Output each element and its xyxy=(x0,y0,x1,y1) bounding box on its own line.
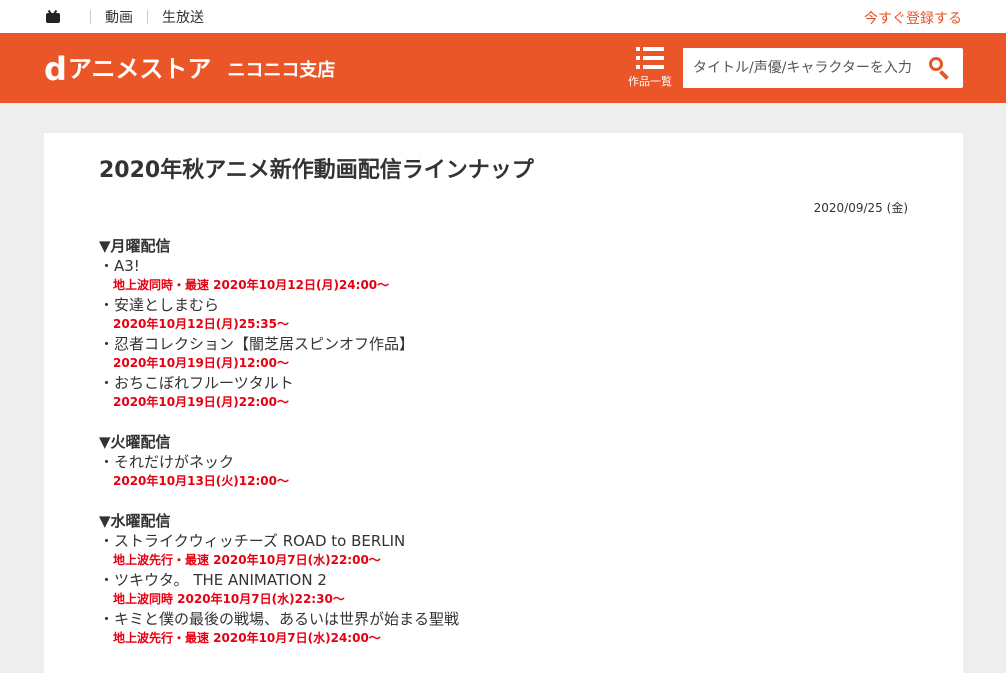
site-header: d アニメストア ニコニコ支店 作品一覧 xyxy=(0,33,1006,103)
page-title: 2020年秋アニメ新作動画配信ラインナップ xyxy=(99,158,534,183)
list-item-title: ・安達としまむら xyxy=(99,296,220,314)
list-item-title: ・それだけがネック xyxy=(99,453,235,471)
logo-sub-text: ニコニコ支店 xyxy=(227,60,336,81)
list-item-title: ・忍者コレクション【闇芝居スピンオフ作品】 xyxy=(99,335,415,353)
logo-d: d xyxy=(44,50,67,88)
list-item-schedule: 2020年10月19日(月)12:00〜 xyxy=(113,356,289,370)
nav-live-link[interactable]: 生放送 xyxy=(162,7,204,27)
tv-icon[interactable] xyxy=(44,9,62,24)
list-item-title: ・ストライクウィッチーズ ROAD to BERLIN xyxy=(99,532,406,550)
list-item-title: ・キミと僕の最後の戦場、あるいは世界が始まる聖戦 xyxy=(99,610,460,628)
list-item-title: ・おちこぼれフルーツタルト xyxy=(99,374,294,392)
article-card: 2020年秋アニメ新作動画配信ラインナップ 2020/09/25 (金) ▼月曜… xyxy=(44,133,963,673)
search-icon[interactable] xyxy=(919,48,959,88)
list-item-schedule: 地上波先行・最速 2020年10月7日(水)24:00〜 xyxy=(113,631,381,645)
day-section-monday: ▼月曜配信 ・A3! 地上波同時・最速 2020年10月12日(月)24:00〜… xyxy=(99,237,908,411)
post-date: 2020/09/25 (金) xyxy=(813,201,908,215)
list-item-schedule: 2020年10月19日(月)22:00〜 xyxy=(113,395,289,409)
day-section-wednesday: ▼水曜配信 ・ストライクウィッチーズ ROAD to BERLIN 地上波先行・… xyxy=(99,512,908,647)
signup-link[interactable]: 今すぐ登録する xyxy=(864,8,962,28)
divider xyxy=(90,9,91,24)
day-heading: ▼火曜配信 xyxy=(99,433,171,451)
top-nav: 動画 生放送 xyxy=(76,7,204,27)
list-item-schedule: 2020年10月12日(月)25:35〜 xyxy=(113,317,289,331)
list-item-schedule: 2020年10月13日(火)12:00〜 xyxy=(113,474,289,488)
list-item-title: ・A3! xyxy=(99,257,140,275)
search-input[interactable] xyxy=(683,48,919,88)
site-logo[interactable]: d アニメストア ニコニコ支店 xyxy=(44,50,336,88)
title-list-label: 作品一覧 xyxy=(628,75,672,88)
logo-main-text: アニメストア xyxy=(67,55,212,83)
day-heading: ▼月曜配信 xyxy=(99,237,171,255)
day-section-tuesday: ▼火曜配信 ・それだけがネック 2020年10月13日(火)12:00〜 xyxy=(99,433,908,490)
divider xyxy=(147,9,148,24)
top-bar: 動画 生放送 今すぐ登録する xyxy=(0,0,1006,33)
list-icon xyxy=(636,47,664,69)
list-item-schedule: 地上波同時・最速 2020年10月12日(月)24:00〜 xyxy=(113,278,390,292)
title-list-button[interactable]: 作品一覧 xyxy=(624,47,676,93)
list-item-schedule: 地上波先行・最速 2020年10月7日(水)22:00〜 xyxy=(113,553,381,567)
search-box xyxy=(683,48,963,88)
list-item-schedule: 地上波同時 2020年10月7日(水)22:30〜 xyxy=(113,592,345,606)
nav-video-link[interactable]: 動画 xyxy=(105,7,133,27)
list-item-title: ・ツキウタ。 THE ANIMATION 2 xyxy=(99,571,327,589)
day-heading: ▼水曜配信 xyxy=(99,512,171,530)
